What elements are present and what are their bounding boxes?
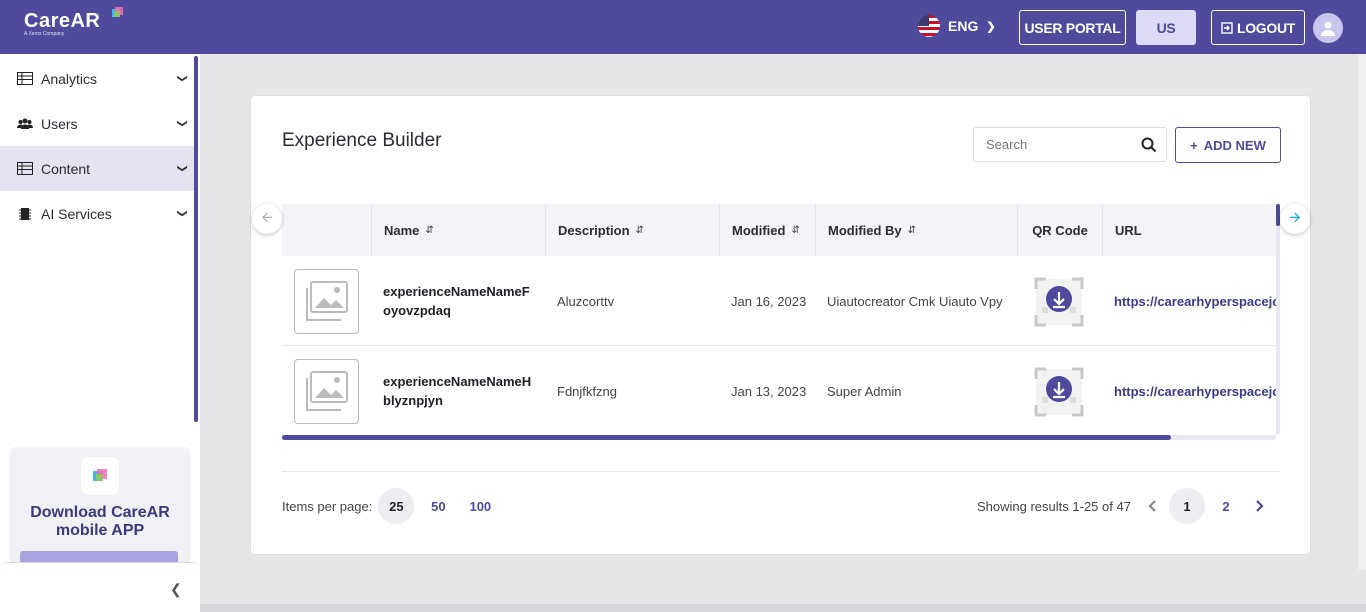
row-modified: Jan 13, 2023 xyxy=(731,384,807,399)
column-label: URL xyxy=(1115,222,1142,238)
logout-label: LOGOUT xyxy=(1236,19,1296,36)
sort-icon[interactable]: ⇵ xyxy=(791,225,799,236)
sort-icon[interactable]: ⇵ xyxy=(908,225,916,236)
table-row[interactable]: experienceNameNameFoyovzpdaq Aluzcorttv … xyxy=(282,256,1276,346)
chevron-down-icon: ❯ xyxy=(176,74,188,83)
experience-builder-card: Experience Builder + ADD NEW Name ⇵ Descr… xyxy=(250,95,1311,555)
chip-icon xyxy=(16,207,34,221)
logo-text: CareAR xyxy=(24,10,101,32)
sidebar-item-analytics[interactable]: Analytics ❯ xyxy=(0,56,196,101)
us-button[interactable]: US xyxy=(1136,10,1196,45)
download-app-promo: Download CareAR mobile APP xyxy=(10,447,190,577)
search-box[interactable] xyxy=(973,127,1167,162)
plus-icon: + xyxy=(1190,137,1198,153)
user-avatar[interactable] xyxy=(1313,13,1343,43)
page-number[interactable]: 1 xyxy=(1168,488,1205,524)
scroll-right-arrow-icon[interactable]: 🡪 xyxy=(1280,204,1310,234)
column-header-modified[interactable]: Modified ⇵ xyxy=(719,204,815,256)
sidebar-item-label: Content xyxy=(41,160,91,177)
carear-logo[interactable]: CareAR A Xerox Company xyxy=(24,7,123,37)
chevron-down-icon: ❯ xyxy=(986,20,996,33)
column-header-name[interactable]: Name ⇵ xyxy=(371,204,545,256)
language-label: ENG xyxy=(948,18,979,34)
search-icon[interactable] xyxy=(1141,137,1157,153)
row-description: Fdnjfkfzng xyxy=(557,384,617,399)
row-name[interactable]: experienceNameNameFoyovzpdaq xyxy=(383,282,533,320)
sidebar-item-label: AI Services xyxy=(41,205,112,222)
table-icon xyxy=(16,162,34,175)
image-placeholder-icon xyxy=(294,359,359,424)
footer-divider xyxy=(282,471,1280,472)
previous-page-icon[interactable] xyxy=(1137,488,1167,524)
sort-icon[interactable]: ⇵ xyxy=(425,225,433,236)
column-label: Description xyxy=(558,222,630,238)
sidebar: Analytics ❯ Users ❯ Content ❯ AI Service… xyxy=(0,54,200,612)
top-header: CareAR A Xerox Company ENG ❯ USER PORTAL… xyxy=(0,0,1366,54)
items-per-page: Items per page: 25 50 100 xyxy=(282,488,498,524)
sidebar-item-label: Users xyxy=(41,115,78,132)
promo-title: Download CareAR mobile APP xyxy=(30,504,170,539)
collapse-sidebar-icon[interactable]: ❮ xyxy=(170,581,182,598)
column-label: QR Code xyxy=(1032,222,1088,238)
column-label: Modified By xyxy=(828,222,902,238)
row-url-link[interactable]: https://carearhyperspacejoi xyxy=(1114,294,1276,309)
users-icon xyxy=(16,117,34,130)
column-label: Name xyxy=(384,222,420,238)
user-portal-button[interactable]: USER PORTAL xyxy=(1019,10,1126,45)
table-vertical-scroll-track[interactable] xyxy=(1276,204,1280,434)
items-per-page-option[interactable]: 100 xyxy=(462,488,498,524)
sidebar-item-label: Analytics xyxy=(41,70,98,87)
column-header-modified-by[interactable]: Modified By ⇵ xyxy=(815,204,1017,256)
qr-download-icon[interactable] xyxy=(1034,277,1084,327)
add-new-label: ADD NEW xyxy=(1203,137,1266,153)
page-bottom-strip xyxy=(200,604,1366,612)
column-header-url: URL xyxy=(1102,204,1276,256)
carear-app-icon xyxy=(81,457,119,495)
sidebar-item-users[interactable]: Users ❯ xyxy=(0,101,196,146)
add-new-button[interactable]: + ADD NEW xyxy=(1175,127,1281,163)
row-modified-by: Uiautocreator Cmk Uiauto Vpy xyxy=(827,294,1003,309)
language-selector[interactable]: ENG ❯ xyxy=(918,15,996,37)
table-icon xyxy=(16,72,34,85)
logo-cube-icon xyxy=(112,7,123,17)
items-per-page-option[interactable]: 25 xyxy=(378,488,415,524)
column-header-qr-code: QR Code xyxy=(1017,204,1102,256)
logout-button[interactable]: LOGOUT xyxy=(1211,10,1305,45)
table-row[interactable]: experienceNameNameHblyznpjyn Fdnjfkfzng … xyxy=(282,346,1276,436)
column-label: Modified xyxy=(732,222,786,238)
pagination: Showing results 1-25 of 47 1 2 xyxy=(977,488,1275,524)
sidebar-item-ai-services[interactable]: AI Services ❯ xyxy=(0,191,196,236)
page-number[interactable]: 2 xyxy=(1207,488,1245,524)
row-modified-by: Super Admin xyxy=(827,384,902,399)
chevron-down-icon: ❯ xyxy=(176,164,188,173)
results-text: Showing results 1-25 of 47 xyxy=(977,498,1131,514)
row-modified: Jan 16, 2023 xyxy=(731,294,807,309)
search-input[interactable] xyxy=(974,137,1134,152)
chevron-down-icon: ❯ xyxy=(176,209,188,218)
qr-download-icon[interactable] xyxy=(1034,367,1084,417)
experience-table: Name ⇵ Description ⇵ Modified ⇵ Modified By… xyxy=(282,204,1276,442)
chevron-down-icon: ❯ xyxy=(176,119,188,128)
sidebar-item-content[interactable]: Content ❯ xyxy=(0,146,196,191)
column-header-description[interactable]: Description ⇵ xyxy=(545,204,719,256)
table-header: Name ⇵ Description ⇵ Modified ⇵ Modified By… xyxy=(282,204,1276,256)
next-page-icon[interactable] xyxy=(1245,488,1275,524)
user-icon xyxy=(1321,21,1335,36)
scroll-left-arrow-icon[interactable]: 🡨 xyxy=(252,204,282,234)
row-name[interactable]: experienceNameNameHblyznpjyn xyxy=(383,372,533,410)
us-flag-icon xyxy=(918,15,940,37)
sidebar-collapse-bar: ❮ xyxy=(0,562,200,612)
sort-icon[interactable]: ⇵ xyxy=(636,225,644,236)
row-description: Aluzcorttv xyxy=(557,294,615,309)
sidebar-scrollbar[interactable] xyxy=(194,56,198,422)
table-horizontal-scroll-thumb[interactable] xyxy=(282,435,1171,440)
image-placeholder-icon xyxy=(294,269,359,334)
logout-icon xyxy=(1221,21,1233,34)
page-scrollbar[interactable] xyxy=(1358,54,1366,570)
row-url-link[interactable]: https://carearhyperspacejoi xyxy=(1114,384,1276,399)
items-per-page-option[interactable]: 50 xyxy=(420,488,456,524)
page-title: Experience Builder xyxy=(282,130,442,151)
items-per-page-label: Items per page: xyxy=(282,498,373,514)
